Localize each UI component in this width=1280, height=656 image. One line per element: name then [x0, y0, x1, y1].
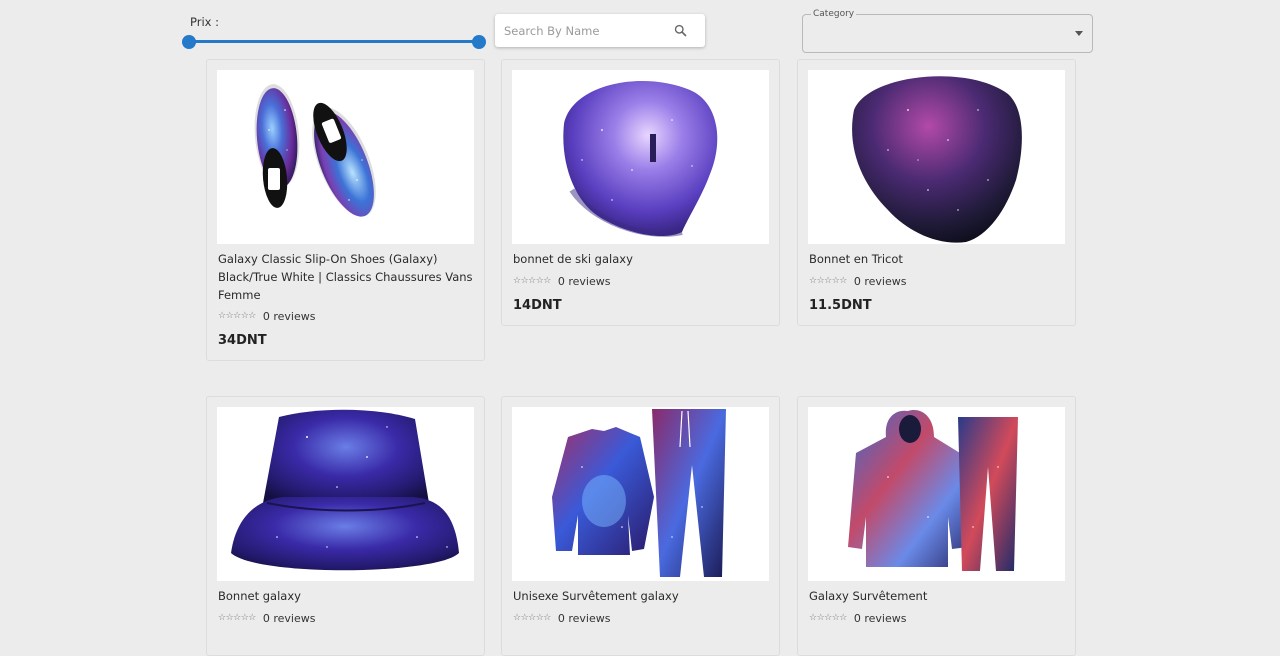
rating-row: ☆☆☆☆☆ 0 reviews: [809, 611, 906, 625]
product-card[interactable]: Bonnet en Tricot ☆☆☆☆☆ 0 reviews 11.5DNT: [797, 59, 1076, 326]
product-image[interactable]: [512, 407, 769, 581]
wolf-galaxy-tracksuit-image: [552, 409, 726, 577]
star-rating-icon: ☆☆☆☆☆: [809, 276, 847, 286]
price-label: Prix :: [190, 15, 219, 29]
product-title[interactable]: Galaxy Survêtement: [809, 587, 1064, 605]
star-rating-icon: ☆☆☆☆☆: [218, 311, 256, 321]
galaxy-ski-beanie-image: [563, 80, 718, 237]
star-rating-icon: ☆☆☆☆☆: [218, 613, 256, 623]
rating-row: ☆☆☆☆☆ 0 reviews: [513, 611, 610, 625]
product-price: 34DNT: [218, 333, 267, 348]
search-box[interactable]: [495, 14, 705, 47]
product-title[interactable]: Unisexe Survêtement galaxy: [513, 587, 768, 605]
product-title[interactable]: Bonnet en Tricot: [809, 250, 1064, 268]
rating-row: ☆☆☆☆☆ 0 reviews: [218, 611, 315, 625]
price-slider-min-thumb[interactable]: [182, 35, 196, 49]
product-title[interactable]: Galaxy Classic Slip-On Shoes (Galaxy) Bl…: [218, 250, 473, 304]
product-price: 11.5DNT: [809, 298, 872, 313]
reviews-count: 0 reviews: [853, 611, 907, 625]
product-card[interactable]: bonnet de ski galaxy ☆☆☆☆☆ 0 reviews 14D…: [501, 59, 780, 326]
price-slider-max-thumb[interactable]: [472, 35, 486, 49]
product-card[interactable]: Galaxy Survêtement ☆☆☆☆☆ 0 reviews: [797, 396, 1076, 656]
product-image[interactable]: [217, 70, 474, 244]
price-slider-track[interactable]: [189, 40, 479, 43]
product-price: 14DNT: [513, 298, 562, 313]
product-image[interactable]: [217, 407, 474, 581]
search-input[interactable]: [504, 22, 664, 39]
galaxy-knit-beanie-image: [852, 76, 1022, 243]
star-rating-icon: ☆☆☆☆☆: [513, 613, 551, 623]
price-filter: Prix :: [182, 10, 488, 50]
category-label: Category: [811, 9, 857, 20]
reviews-count: 0 reviews: [853, 274, 907, 288]
product-image[interactable]: [808, 407, 1065, 581]
rating-row: ☆☆☆☆☆ 0 reviews: [513, 274, 610, 288]
category-select[interactable]: Category: [802, 9, 1093, 53]
product-card[interactable]: Galaxy Classic Slip-On Shoes (Galaxy) Bl…: [206, 59, 485, 361]
star-rating-icon: ☆☆☆☆☆: [809, 613, 847, 623]
product-title[interactable]: bonnet de ski galaxy: [513, 250, 768, 268]
product-card[interactable]: Bonnet galaxy ☆☆☆☆☆ 0 reviews: [206, 396, 485, 656]
rating-row: ☆☆☆☆☆ 0 reviews: [809, 274, 906, 288]
chevron-down-icon[interactable]: [1075, 31, 1083, 36]
galaxy-slip-on-shoes-image: [254, 84, 376, 217]
rating-row: ☆☆☆☆☆ 0 reviews: [218, 309, 315, 323]
reviews-count: 0 reviews: [262, 611, 316, 625]
reviews-count: 0 reviews: [557, 611, 611, 625]
star-rating-icon: ☆☆☆☆☆: [513, 276, 551, 286]
product-title[interactable]: Bonnet galaxy: [218, 587, 473, 605]
product-card[interactable]: Unisexe Survêtement galaxy ☆☆☆☆☆ 0 revie…: [501, 396, 780, 656]
reviews-count: 0 reviews: [557, 274, 611, 288]
product-image[interactable]: [808, 70, 1065, 244]
search-icon[interactable]: [673, 23, 688, 38]
product-image[interactable]: [512, 70, 769, 244]
galaxy-hoodie-tracksuit-image: [848, 410, 1018, 571]
reviews-count: 0 reviews: [262, 309, 316, 323]
galaxy-bucket-hat-image: [231, 409, 459, 571]
